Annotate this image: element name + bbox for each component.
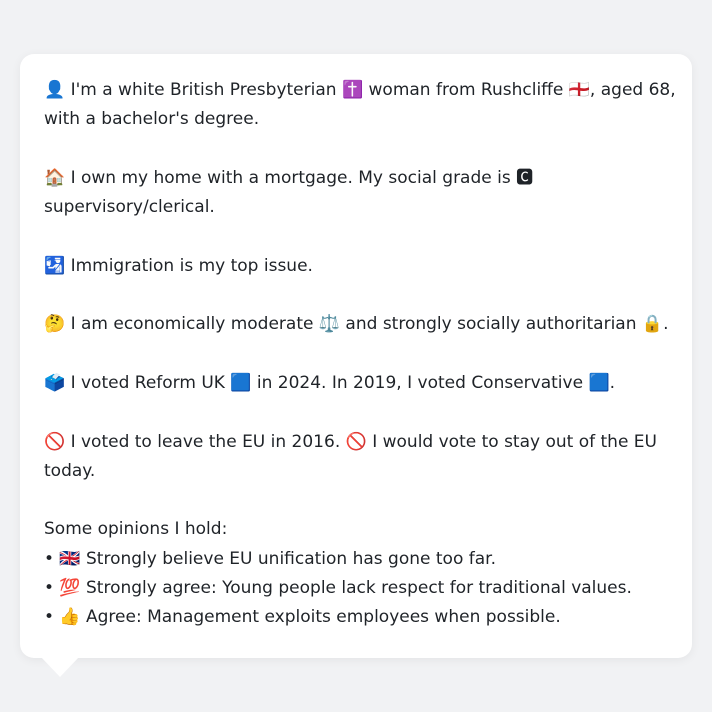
opinion-item: • 💯 Strongly agree: Young people lack re… xyxy=(44,578,632,599)
identity-line: 👤 I'm a white British Presbyterian ✝️ wo… xyxy=(44,80,676,100)
education-line: with a bachelor's degree. xyxy=(44,109,260,130)
bubble-tail xyxy=(40,656,80,677)
message-bubble: 👤 I'm a white British Presbyterian ✝️ wo… xyxy=(20,54,692,658)
eu-vote-line: 🚫 I voted to leave the EU in 2016. 🚫 I w… xyxy=(44,431,657,452)
home-line: 🏠 I own my home with a mortgage. My soci… xyxy=(44,167,534,188)
opinion-item: • 👍 Agree: Management exploits employees… xyxy=(44,607,561,628)
vote-history-line: 🗳️ I voted Reform UK 🟦 in 2024. In 2019,… xyxy=(44,372,616,393)
social-grade-line: supervisory/clerical. xyxy=(44,197,215,218)
opinion-item: • 🇬🇧 Strongly believe EU unification has… xyxy=(44,548,496,569)
eu-vote-line-cont: today. xyxy=(44,460,96,481)
opinions-heading: Some opinions I hold: xyxy=(44,519,228,540)
ideology-line: 🤔 I am economically moderate ⚖️ and stro… xyxy=(44,314,669,335)
top-issue-line: 🛂 Immigration is my top issue. xyxy=(44,255,313,276)
